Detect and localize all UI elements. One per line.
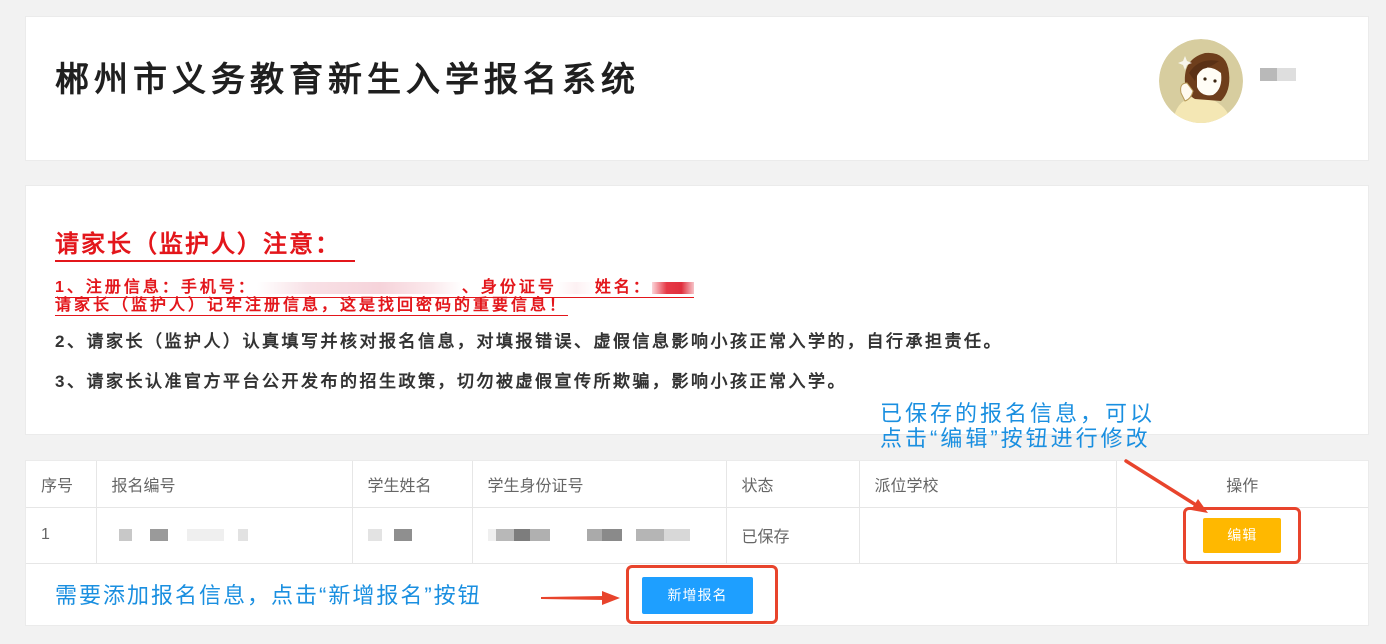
- column-header-assigned-school: 派位学校: [859, 461, 1117, 508]
- cell-student-id: [472, 507, 727, 564]
- user-name-redacted[interactable]: [1260, 68, 1300, 81]
- name-label: 姓名：: [594, 279, 652, 296]
- site-title: 郴州市义务教育新生入学报名系统: [55, 61, 640, 99]
- edit-hint-line-2: 点击“编辑”按钮进行修改: [880, 426, 1151, 451]
- user-avatar[interactable]: [1159, 39, 1243, 123]
- phone-label: 1、注册信息：手机号：: [55, 279, 257, 296]
- redacted-text: [651, 282, 694, 294]
- cell-student-name: [352, 507, 473, 564]
- header-card: 郴州市义务教育新生入学报名系统: [25, 16, 1369, 161]
- redacted-text: [1260, 68, 1277, 81]
- redacted-text: [112, 529, 337, 541]
- column-header-status: 状态: [726, 461, 860, 508]
- avatar-image: [1159, 39, 1243, 123]
- edit-hint-line-1: 已保存的报名信息，可以: [880, 401, 1156, 426]
- column-header-student-id: 学生身份证号: [472, 461, 727, 508]
- cell-assigned-school: [859, 507, 1117, 564]
- add-registration-button[interactable]: 新增报名: [642, 577, 753, 614]
- notice-card: 请家长（监护人）注意： 1、注册信息：手机号： 、身份证号 姓名： 请家长（监护…: [25, 185, 1369, 435]
- redacted-text: [367, 529, 457, 541]
- cell-status: 已保存: [726, 507, 860, 564]
- edit-button[interactable]: 编辑: [1203, 517, 1282, 553]
- registration-table: 序号 报名编号 学生姓名 学生身份证号 状态 派位学校 操作 1 已保存 编辑: [26, 461, 1368, 564]
- redacted-text: [256, 282, 462, 294]
- notice-item-1-reminder: 请家长（监护人）记牢注册信息，这是找回密码的重要信息！: [55, 297, 569, 316]
- id-card-label: 、身份证号: [461, 279, 557, 296]
- column-header-actions: 操作: [1116, 461, 1368, 508]
- notice-heading: 请家长（监护人）注意：: [55, 230, 355, 262]
- add-hint-annotation: 需要添加报名信息，点击“新增报名”按钮: [55, 583, 482, 608]
- redacted-text: [556, 282, 595, 294]
- column-header-index: 序号: [26, 461, 97, 508]
- notice-item-3: 3、请家长认准官方平台公开发布的招生政策，切勿被虚假宣传所欺骗，影响小孩正常入学…: [55, 372, 847, 391]
- table-header-row: 序号 报名编号 学生姓名 学生身份证号 状态 派位学校 操作: [26, 461, 1368, 508]
- notice-item-2: 2、请家长（监护人）认真填写并核对报名信息，对填报错误、虚假信息影响小孩正常入学…: [55, 332, 1003, 351]
- edit-hint-annotation: 已保存的报名信息，可以 点击“编辑”按钮进行修改: [880, 401, 1155, 451]
- redacted-text: [1277, 68, 1296, 81]
- redacted-text: [487, 529, 711, 541]
- notice-item-1-registration: 1、注册信息：手机号： 、身份证号 姓名：: [55, 279, 694, 298]
- column-header-registration-no: 报名编号: [96, 461, 353, 508]
- cell-index: 1: [26, 507, 97, 564]
- cell-registration-no: [96, 507, 353, 564]
- arrow-right-icon: [541, 591, 620, 605]
- column-header-student-name: 学生姓名: [352, 461, 473, 508]
- cell-actions: 编辑: [1116, 507, 1368, 564]
- reminder-text: 请家长（监护人）记牢注册信息，这是找回密码的重要信息！: [55, 297, 569, 314]
- registration-table-card: 序号 报名编号 学生姓名 学生身份证号 状态 派位学校 操作 1 已保存 编辑 …: [25, 460, 1369, 626]
- table-row: 1 已保存 编辑: [26, 507, 1368, 564]
